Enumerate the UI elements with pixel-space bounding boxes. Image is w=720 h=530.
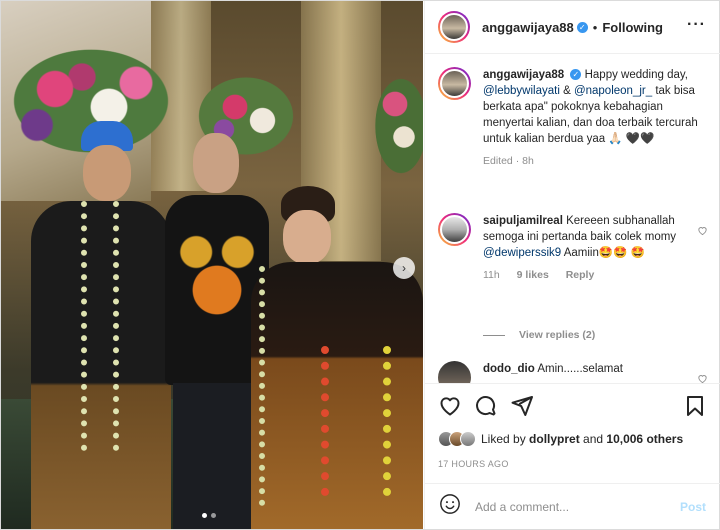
comment-text-part: Amin......selamat [537,363,623,375]
caption-avatar[interactable] [438,67,471,100]
view-replies-line [483,334,505,336]
likes-mid: and [579,432,607,446]
more-horizontal-icon[interactable]: ··· [687,16,706,34]
post-details-panel: anggawijaya88 ✓ • Following ··· anggawij… [424,1,720,529]
likes-prefix: Liked by [481,432,530,446]
mention-link[interactable]: @lebbywilayati [483,85,560,97]
like-comment-heart-icon[interactable] [697,225,708,239]
comments-list[interactable]: anggawijaya88 ✓ Happy wedding day, @lebb… [425,55,720,383]
comment-meta: 11h 9 likes Reply [483,267,703,283]
caption-text-part: & [559,85,574,97]
comment-input[interactable] [475,499,665,514]
view-replies-button[interactable]: View replies (2) [483,329,595,341]
following-button[interactable]: Following [602,20,663,35]
save-bookmark-icon[interactable] [683,394,707,418]
smiley-icon[interactable] [439,493,461,520]
caption-text: anggawijaya88 ✓ Happy wedding day, @lebb… [483,67,703,169]
like-comment-heart-icon[interactable] [697,373,708,383]
caption-meta: Edited · 8h [483,155,534,167]
mention-link[interactable]: @dewiperssik9 [483,247,561,259]
carousel-dot-active [202,513,207,518]
post-photo[interactable]: › [1,1,423,529]
likes-count[interactable]: 10,006 others [606,432,683,446]
commenter-avatar[interactable] [438,213,471,246]
comment-item: saipuljamilreal Kereeen subhanallah semo… [438,213,708,323]
commenter-username[interactable]: saipuljamilreal [483,215,563,227]
post-comment-button[interactable]: Post [680,500,706,514]
reply-button[interactable]: Reply [566,269,595,281]
separator-dot: • [592,19,598,35]
likes-text: Liked by dollypret and 10,006 others [481,432,683,446]
likes-summary[interactable]: Liked by dollypret and 10,006 others [438,431,683,447]
caption-text-part: Happy wedding day, [584,69,688,81]
commenter-avatar[interactable] [438,361,471,383]
liker-username[interactable]: dollypret [529,432,580,446]
view-replies-label: View replies (2) [519,329,596,341]
action-bar [425,383,720,429]
post-timestamp[interactable]: 17 HOURS AGO [438,459,509,469]
caption-username[interactable]: anggawijaya88 [483,69,564,81]
like-heart-icon[interactable] [438,394,462,418]
photo-person-bride [251,186,423,529]
comment-text: dodo_dio Amin......selamat [483,361,703,377]
post-header: anggawijaya88 ✓ • Following ··· [425,1,720,54]
verified-badge-icon: ✓ [570,69,582,81]
author-username[interactable]: anggawijaya88 [482,20,574,35]
share-paper-plane-icon[interactable] [510,394,534,418]
mention-link[interactable]: @napoleon_jr_ [574,85,652,97]
commenter-username[interactable]: dodo_dio [483,363,535,375]
verified-badge-icon: ✓ [576,21,588,33]
comment-time[interactable]: 11h [483,269,500,281]
caption: anggawijaya88 ✓ Happy wedding day, @lebb… [438,67,708,197]
comment-text-part: Aamiin🤩🤩 🤩 [561,247,646,259]
comment-bubble-icon[interactable] [474,394,498,418]
carousel-indicator [202,513,216,518]
comment-item: dodo_dio Amin......selamat [438,361,708,383]
photo-person-groom [21,121,171,529]
liker-avatar [460,431,476,447]
author-avatar[interactable] [438,11,470,43]
photo-flowers [371,71,423,181]
add-comment-bar: Post [425,483,720,529]
comment-text: saipuljamilreal Kereeen subhanallah semo… [483,213,703,283]
carousel-dot [211,513,216,518]
comment-likes[interactable]: 9 likes [517,269,549,281]
carousel-next-button[interactable]: › [393,257,415,279]
